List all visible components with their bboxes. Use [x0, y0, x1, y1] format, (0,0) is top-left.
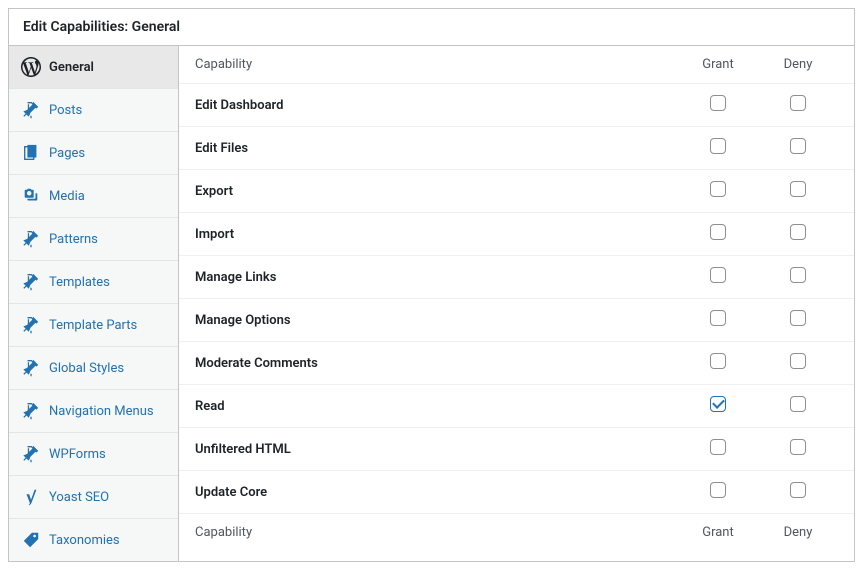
capability-name: Moderate Comments — [195, 356, 678, 371]
deny-checkbox[interactable] — [790, 138, 806, 154]
deny-checkbox[interactable] — [790, 224, 806, 240]
deny-checkbox[interactable] — [790, 482, 806, 498]
pin-icon — [21, 401, 41, 421]
column-header-grant: Grant — [678, 57, 758, 72]
sidebar: General Posts Pages Media Patterns Templates T… — [9, 46, 179, 561]
sidebar-item-global-styles[interactable]: Global Styles — [9, 347, 178, 390]
capability-name: Import — [195, 227, 678, 242]
table-footer: CapabilityGrantDeny — [179, 514, 854, 551]
table-row: Manage Options — [179, 299, 854, 342]
sidebar-item-label: Patterns — [49, 232, 98, 247]
column-header-deny: Deny — [758, 57, 838, 72]
capability-name: Edit Files — [195, 141, 678, 156]
table-row: Export — [179, 170, 854, 213]
capability-name: Read — [195, 399, 678, 414]
deny-checkbox[interactable] — [790, 439, 806, 455]
grant-checkbox[interactable] — [710, 267, 726, 283]
deny-checkbox[interactable] — [790, 353, 806, 369]
sidebar-item-label: Template Parts — [49, 318, 137, 333]
table-row: Edit Dashboard — [179, 84, 854, 127]
grant-checkbox[interactable] — [710, 396, 726, 412]
deny-checkbox[interactable] — [790, 396, 806, 412]
table-row: Import — [179, 213, 854, 256]
capability-name: Unfiltered HTML — [195, 442, 678, 457]
yoast-icon — [21, 487, 41, 507]
sidebar-item-taxonomies[interactable]: Taxonomies — [9, 519, 178, 561]
pin-icon — [21, 272, 41, 292]
capability-name: Manage Options — [195, 313, 678, 328]
panel-title: Edit Capabilities: General — [9, 9, 854, 46]
pin-icon — [21, 100, 41, 120]
sidebar-item-navigation-menus[interactable]: Navigation Menus — [9, 390, 178, 433]
tag-icon — [21, 530, 41, 550]
sidebar-item-label: Templates — [49, 275, 110, 290]
capabilities-table: CapabilityGrantDenyEdit DashboardEdit Fi… — [179, 46, 854, 561]
sidebar-item-media[interactable]: Media — [9, 175, 178, 218]
panel-content: General Posts Pages Media Patterns Templates T… — [9, 46, 854, 561]
grant-checkbox[interactable] — [710, 95, 726, 111]
table-row: Unfiltered HTML — [179, 428, 854, 471]
column-header-grant: Grant — [678, 525, 758, 540]
sidebar-item-yoast-seo[interactable]: Yoast SEO — [9, 476, 178, 519]
pin-icon — [21, 229, 41, 249]
sidebar-item-posts[interactable]: Posts — [9, 89, 178, 132]
sidebar-item-wpforms[interactable]: WPForms — [9, 433, 178, 476]
wordpress-icon — [21, 57, 41, 77]
capability-name: Update Core — [195, 485, 678, 500]
sidebar-item-label: General — [49, 60, 94, 75]
pin-icon — [21, 315, 41, 335]
pin-icon — [21, 444, 41, 464]
table-row: Manage Links — [179, 256, 854, 299]
table-row: Edit Files — [179, 127, 854, 170]
deny-checkbox[interactable] — [790, 267, 806, 283]
grant-checkbox[interactable] — [710, 353, 726, 369]
capability-name: Export — [195, 184, 678, 199]
sidebar-item-label: Yoast SEO — [49, 490, 109, 505]
capabilities-panel: Edit Capabilities: General General Posts P… — [8, 8, 855, 562]
table-header: CapabilityGrantDeny — [179, 46, 854, 84]
deny-checkbox[interactable] — [790, 95, 806, 111]
deny-checkbox[interactable] — [790, 181, 806, 197]
media-icon — [21, 186, 41, 206]
sidebar-item-templates[interactable]: Templates — [9, 261, 178, 304]
grant-checkbox[interactable] — [710, 310, 726, 326]
capability-name: Manage Links — [195, 270, 678, 285]
grant-checkbox[interactable] — [710, 224, 726, 240]
sidebar-item-label: Posts — [49, 103, 82, 118]
grant-checkbox[interactable] — [710, 439, 726, 455]
sidebar-item-label: Global Styles — [49, 361, 124, 376]
column-header-deny: Deny — [758, 525, 838, 540]
table-row: Update Core — [179, 471, 854, 514]
sidebar-item-label: Pages — [49, 146, 85, 161]
sidebar-item-label: Media — [49, 189, 85, 204]
sidebar-item-general[interactable]: General — [9, 46, 178, 89]
table-row: Moderate Comments — [179, 342, 854, 385]
sidebar-item-label: Navigation Menus — [49, 404, 154, 419]
pin-icon — [21, 358, 41, 378]
grant-checkbox[interactable] — [710, 138, 726, 154]
sidebar-item-label: WPForms — [49, 447, 106, 462]
grant-checkbox[interactable] — [710, 482, 726, 498]
table-row: Read — [179, 385, 854, 428]
capability-name: Edit Dashboard — [195, 98, 678, 113]
pages-icon — [21, 143, 41, 163]
column-header-capability: Capability — [195, 525, 678, 540]
column-header-capability: Capability — [195, 57, 678, 72]
sidebar-item-label: Taxonomies — [49, 533, 120, 548]
grant-checkbox[interactable] — [710, 181, 726, 197]
deny-checkbox[interactable] — [790, 310, 806, 326]
sidebar-item-patterns[interactable]: Patterns — [9, 218, 178, 261]
sidebar-item-template-parts[interactable]: Template Parts — [9, 304, 178, 347]
sidebar-item-pages[interactable]: Pages — [9, 132, 178, 175]
